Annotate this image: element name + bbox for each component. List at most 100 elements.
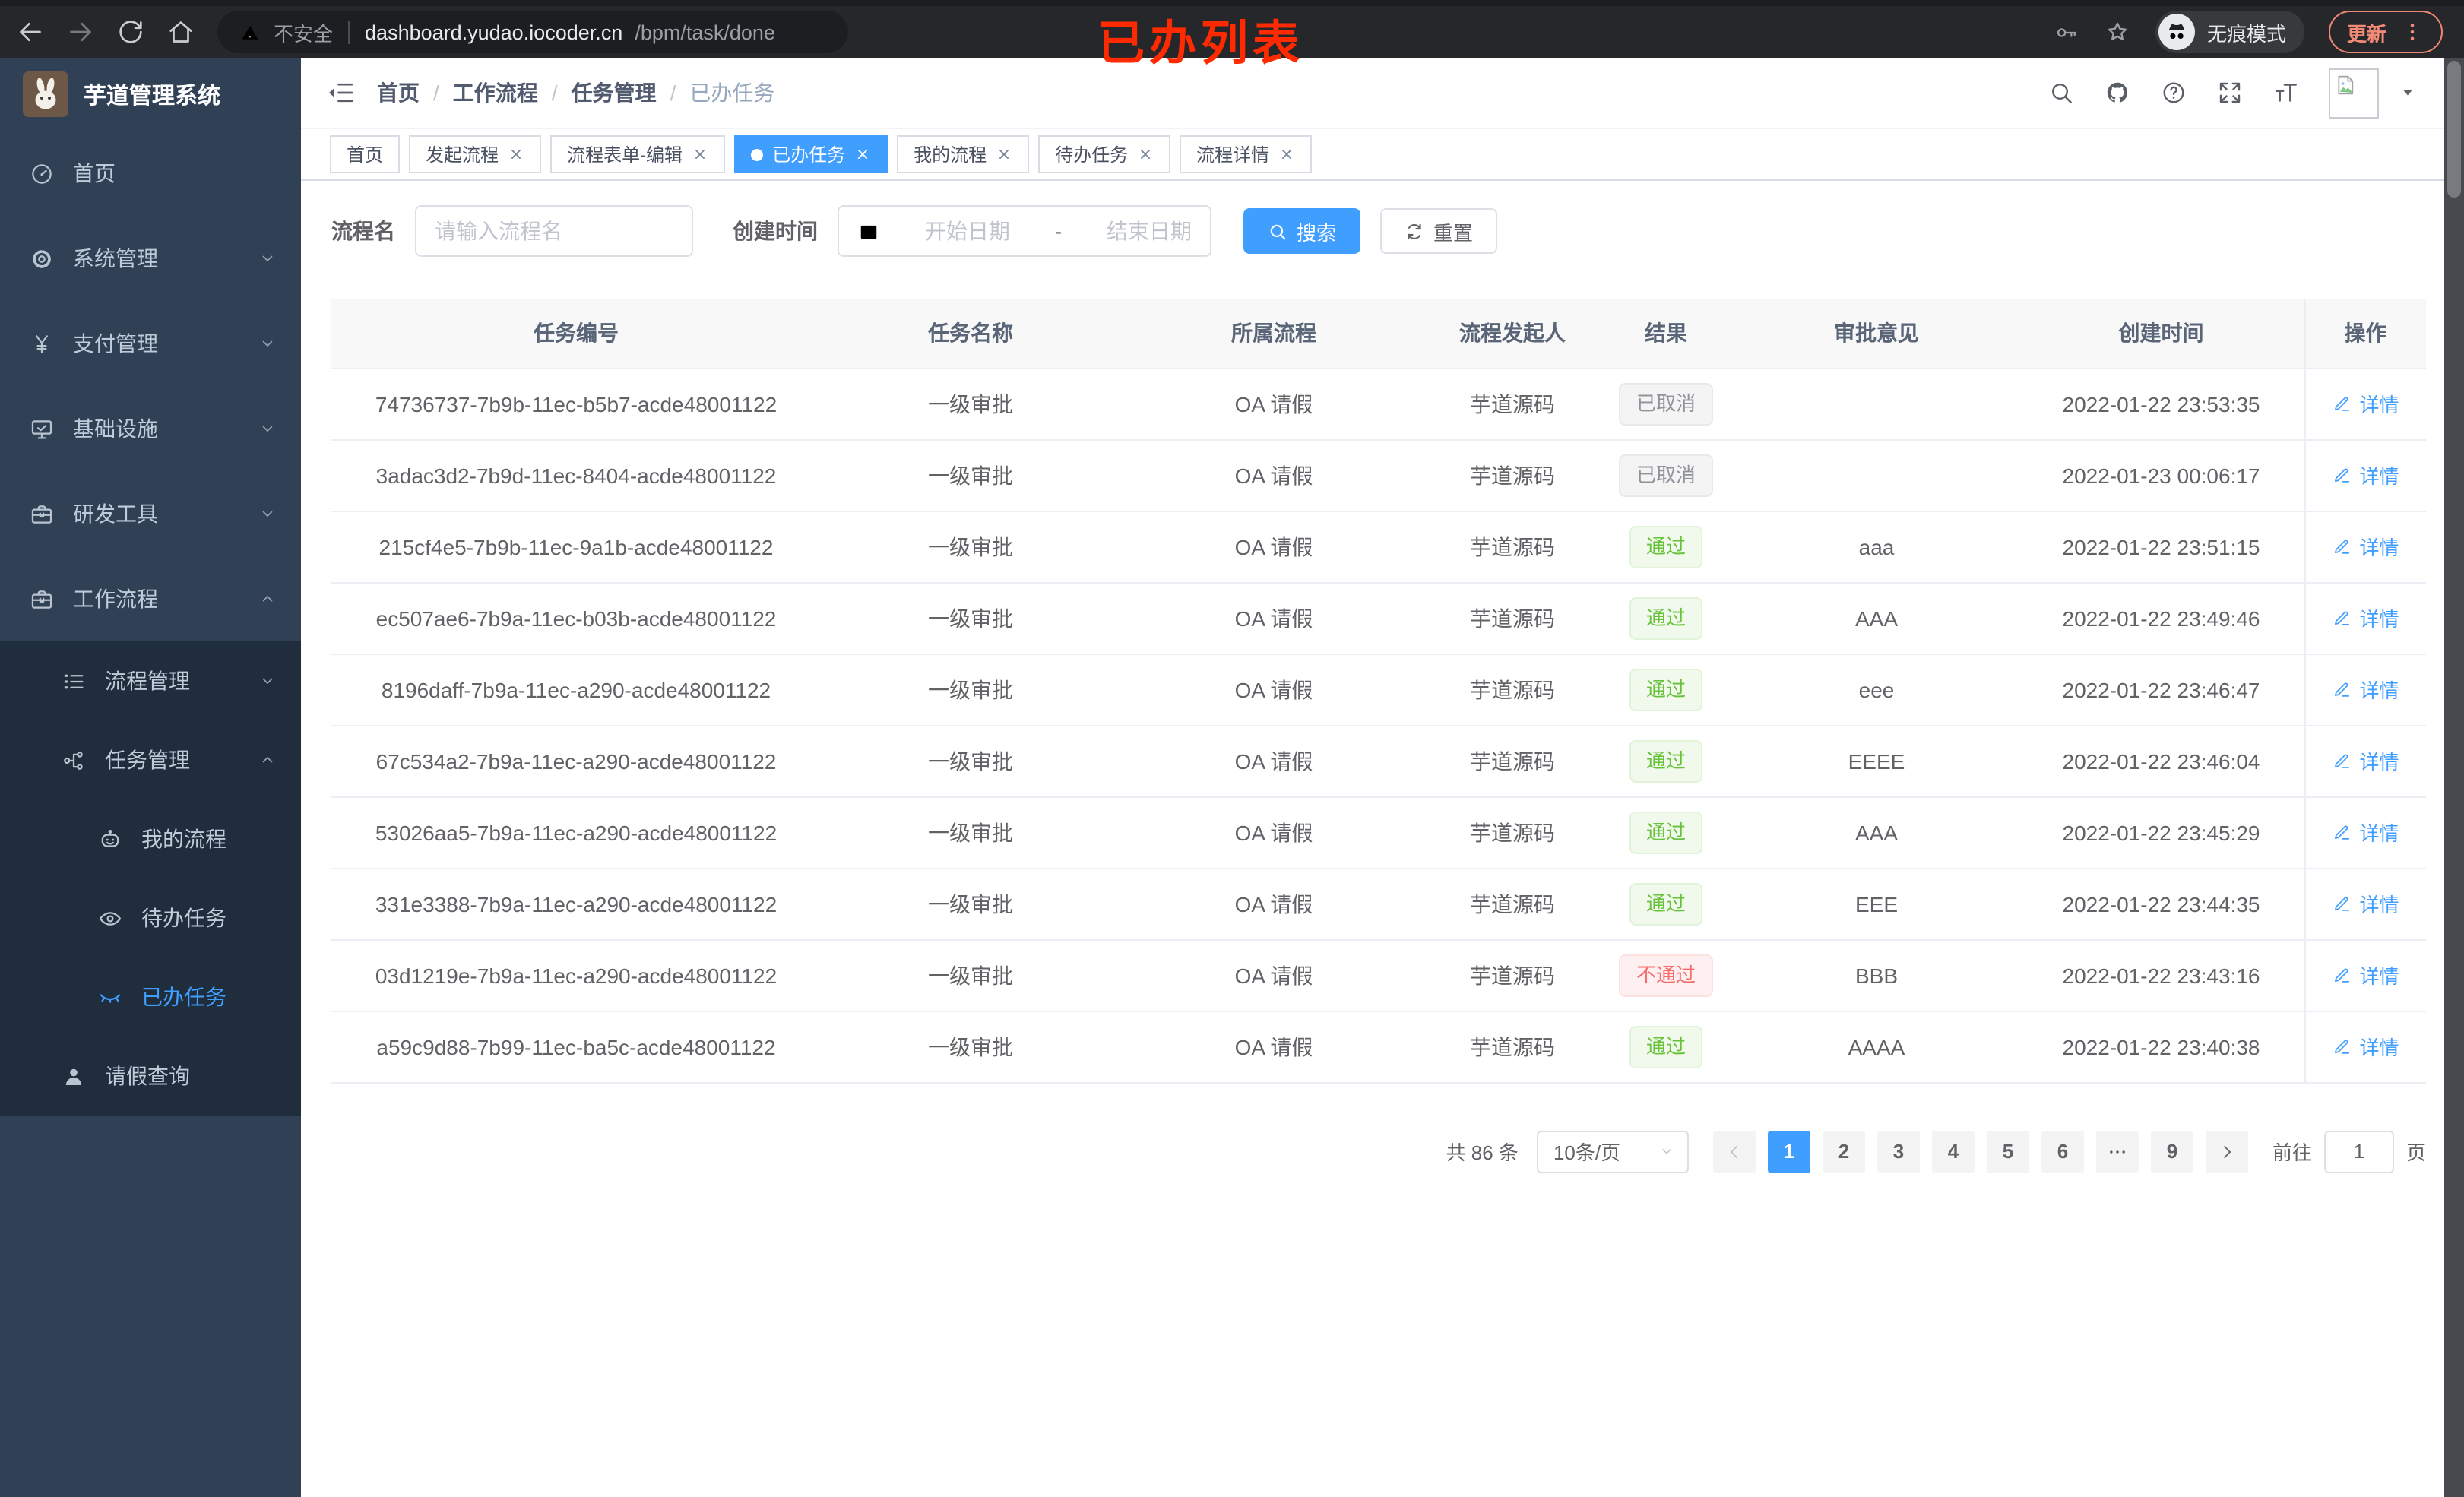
- user-avatar[interactable]: [2329, 68, 2379, 118]
- tab-todo-task[interactable]: 待办任务: [1038, 135, 1171, 173]
- github-icon[interactable]: [2104, 79, 2131, 106]
- close-icon[interactable]: [1278, 146, 1295, 163]
- user-menu-caret-icon[interactable]: [2399, 84, 2417, 102]
- sidebar-item-dev-tools[interactable]: 研发工具: [0, 471, 301, 556]
- scrollbar-thumb[interactable]: [2447, 61, 2461, 198]
- process-name-input[interactable]: 请输入流程名: [415, 205, 693, 257]
- sidebar-item-todo-task[interactable]: 待办任务: [0, 878, 301, 957]
- close-icon[interactable]: [1137, 146, 1154, 163]
- close-icon[interactable]: [692, 146, 708, 163]
- update-button[interactable]: 更新: [2328, 11, 2443, 53]
- task-name-cell: 一级审批: [821, 1011, 1120, 1083]
- tab-label: 已办任务: [772, 144, 846, 166]
- help-icon[interactable]: [2160, 79, 2187, 106]
- sidebar-item-task-manage[interactable]: 任务管理: [0, 720, 301, 799]
- close-icon[interactable]: [996, 146, 1012, 163]
- app-logo[interactable]: 芋道管理系统: [0, 58, 301, 131]
- detail-button[interactable]: 详情: [2332, 532, 2399, 561]
- date-range-input[interactable]: 开始日期 - 结束日期: [838, 205, 1211, 257]
- process-cell: OA 请假: [1120, 1011, 1427, 1083]
- breadcrumb-item[interactable]: 工作流程: [453, 78, 538, 108]
- sidebar-menu: 首页 系统管理 支付管理 基础设施 研发工具 工作流程 流程管理 任务管理 我的流程待办任务已办…: [0, 131, 301, 1116]
- fullscreen-icon[interactable]: [2216, 79, 2244, 106]
- sidebar-item-process-manage[interactable]: 流程管理: [0, 641, 301, 720]
- detail-button[interactable]: 详情: [2332, 889, 2399, 918]
- detail-button[interactable]: 详情: [2332, 818, 2399, 847]
- page-button[interactable]: 1: [1767, 1130, 1810, 1173]
- sidebar-item-leave-query[interactable]: 请假查询: [0, 1037, 301, 1116]
- sidebar-item-payment[interactable]: 支付管理: [0, 301, 301, 386]
- tab-done-task[interactable]: 已办任务: [734, 135, 888, 173]
- page-button[interactable]: 2: [1822, 1130, 1865, 1173]
- home-icon[interactable]: [166, 17, 196, 47]
- page-button[interactable]: 9: [2150, 1130, 2193, 1173]
- detail-label: 详情: [2359, 822, 2399, 845]
- breadcrumb-separator: /: [551, 81, 558, 105]
- bookmark-star-icon[interactable]: [2104, 18, 2131, 46]
- sidebar-item-done-task[interactable]: 已办任务: [0, 957, 301, 1037]
- task-id-cell: 03d1219e-7b9a-11ec-a290-acde48001122: [331, 939, 821, 1011]
- tab-my-process[interactable]: 我的流程: [897, 135, 1030, 173]
- page-button[interactable]: 5: [1986, 1130, 2029, 1173]
- more-pages-button[interactable]: [2095, 1130, 2139, 1173]
- close-icon[interactable]: [508, 146, 524, 163]
- page-button[interactable]: 6: [2041, 1130, 2084, 1173]
- browser-menu-icon[interactable]: [2400, 20, 2424, 44]
- url-host[interactable]: dashboard.yudao.iocoder.cn: [365, 21, 622, 43]
- search-icon[interactable]: [2048, 79, 2075, 106]
- page-size-select[interactable]: 10条/页: [1536, 1130, 1689, 1173]
- detail-button[interactable]: 详情: [2332, 746, 2399, 775]
- detail-button[interactable]: 详情: [2332, 1032, 2399, 1061]
- prev-page-button[interactable]: [1712, 1130, 1756, 1173]
- result-cell: 通过: [1598, 725, 1734, 797]
- tab-start-process[interactable]: 发起流程: [409, 135, 542, 173]
- task-id-cell: 3adac3d2-7b9d-11ec-8404-acde48001122: [331, 439, 821, 511]
- address-bar[interactable]: 不安全 dashboard.yudao.iocoder.cn/bpm/task/…: [217, 11, 848, 53]
- detail-button[interactable]: 详情: [2332, 389, 2399, 418]
- action-cell: 详情: [2304, 582, 2426, 654]
- tab-form-edit[interactable]: 流程表单-编辑: [550, 135, 726, 173]
- sidebar-item-infrastructure[interactable]: 基础设施: [0, 386, 301, 471]
- task-name-cell: 一级审批: [821, 368, 1120, 440]
- tab-home[interactable]: 首页: [330, 135, 401, 173]
- task-name-cell: 一级审批: [821, 868, 1120, 940]
- not-secure-warning-icon[interactable]: [239, 21, 261, 43]
- breadcrumb-separator: /: [670, 81, 676, 105]
- back-icon[interactable]: [15, 17, 46, 47]
- close-icon[interactable]: [854, 146, 871, 163]
- detail-button[interactable]: 详情: [2332, 961, 2399, 989]
- detail-button[interactable]: 详情: [2332, 603, 2399, 632]
- sidebar-item-system[interactable]: 系统管理: [0, 216, 301, 301]
- page-jump-input[interactable]: 1: [2323, 1130, 2394, 1173]
- url-path[interactable]: /bpm/task/done: [635, 21, 775, 43]
- browser-scrollbar[interactable]: [2444, 58, 2464, 1497]
- forward-icon[interactable]: [65, 17, 96, 47]
- font-size-icon[interactable]: [2272, 79, 2300, 106]
- page-button[interactable]: 4: [1931, 1130, 1975, 1173]
- column-header: 流程发起人: [1427, 299, 1598, 369]
- sidebar-item-workflow[interactable]: 工作流程: [0, 556, 301, 641]
- result-cell: 通过: [1598, 511, 1734, 583]
- sidebar-item-my-process[interactable]: 我的流程: [0, 799, 301, 878]
- search-button[interactable]: 搜索: [1243, 208, 1361, 254]
- sidebar-item-home[interactable]: 首页: [0, 131, 301, 216]
- detail-button[interactable]: 详情: [2332, 460, 2399, 489]
- reset-button[interactable]: 重置: [1380, 208, 1498, 254]
- breadcrumb-item[interactable]: 首页: [377, 78, 420, 108]
- collapse-sidebar-icon[interactable]: [325, 78, 356, 108]
- breadcrumb-item[interactable]: 任务管理: [572, 78, 657, 108]
- starter-cell: 芋道源码: [1427, 654, 1598, 726]
- task-name-cell: 一级审批: [821, 796, 1120, 869]
- tab-process-detail[interactable]: 流程详情: [1180, 135, 1313, 173]
- edit-icon: [2332, 894, 2352, 913]
- next-page-button[interactable]: [2205, 1130, 2248, 1173]
- process-cell: OA 请假: [1120, 796, 1427, 869]
- detail-button[interactable]: 详情: [2332, 675, 2399, 704]
- sidebar-item-label: 待办任务: [141, 906, 226, 930]
- key-icon[interactable]: [2054, 19, 2079, 45]
- result-cell: 通过: [1598, 796, 1734, 869]
- security-label[interactable]: 不安全: [274, 17, 333, 46]
- page-button[interactable]: 3: [1877, 1130, 1920, 1173]
- reload-icon[interactable]: [116, 17, 146, 47]
- process-cell: OA 请假: [1120, 439, 1427, 511]
